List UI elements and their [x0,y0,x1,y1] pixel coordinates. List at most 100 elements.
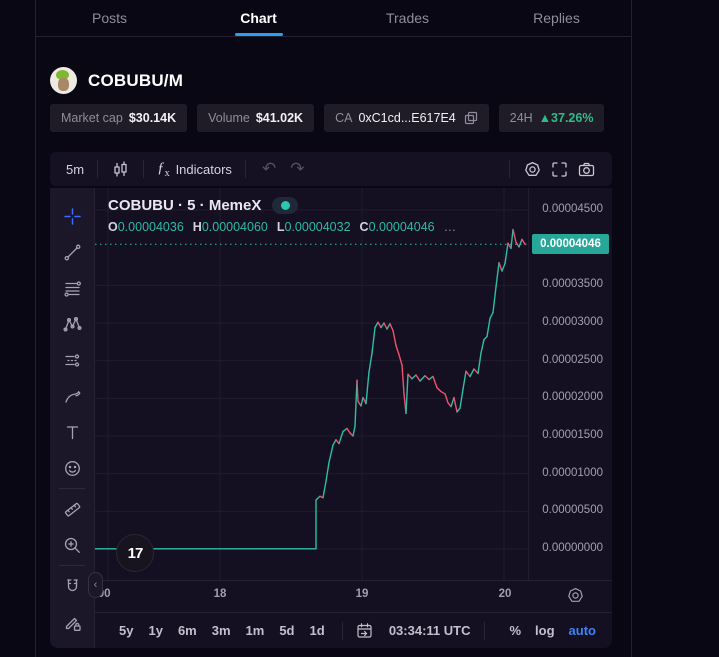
price-axis-label: 0.00002000 [542,391,603,403]
tab-posts[interactable]: Posts [35,0,184,36]
tab-replies-label: Replies [533,10,580,26]
brush-tool[interactable] [54,378,90,414]
indicators-button[interactable]: ƒx Indicators [153,160,236,179]
bottom-bar-divider [342,622,343,640]
fullscreen-button[interactable] [546,160,573,179]
market-cap-value: $30.14K [129,111,176,125]
undo-button[interactable]: ↶ [255,159,283,179]
range-5y-button[interactable]: 5y [119,623,133,638]
forecast-icon [62,350,83,371]
interval-button[interactable]: 5m [62,162,88,177]
avatar-art [58,78,69,91]
go-to-date-calendar-icon[interactable] [355,621,374,640]
time-axis[interactable]: 6:00181920 [95,580,612,612]
last-price-tag: 0.00004046 [532,234,609,254]
chart-widget: COBUBU · 5 · MemeX O0.00004036 H0.000040… [50,188,612,648]
chart-plot-area[interactable] [95,188,528,580]
range-1m-button[interactable]: 1m [246,623,265,638]
zoom-in-tool[interactable] [54,527,90,563]
brush-icon [62,386,83,407]
redo-button[interactable]: ↷ [283,159,311,179]
volume-label: Volume [208,111,250,125]
range-5d-button[interactable]: 5d [279,623,294,638]
range-1y-button[interactable]: 1y [148,623,162,638]
time-axis-label: 18 [214,588,227,600]
tab-trades-label: Trades [386,10,429,26]
scale-controls: % log auto [509,623,596,638]
content-left-border [35,0,36,657]
tab-bar: Posts Chart Trades Replies [35,0,631,37]
content-right-border [631,0,632,657]
range-3m-button[interactable]: 3m [212,623,231,638]
fib-lines-tool[interactable] [54,270,90,306]
market-cap-badge: Market cap $30.14K [50,104,187,132]
toolbar-separator [59,488,85,489]
projection-tool[interactable] [54,342,90,378]
trend-line-tool[interactable] [54,234,90,270]
volume-value: $41.02K [256,111,303,125]
tab-chart[interactable]: Chart [184,0,333,36]
tab-posts-label: Posts [92,10,127,26]
price-axis-label: 0.00001000 [542,467,603,479]
price-axis-label: 0.00003000 [542,316,603,328]
app-screen: Posts Chart Trades Replies COBUBU/M Mark… [0,0,719,657]
price-axis-label: 0.00000500 [542,504,603,516]
lock-drawings-tool[interactable] [54,604,90,640]
contract-address-badge[interactable]: CA 0xC1cd...E617E4 [324,104,489,132]
tab-chart-label: Chart [240,10,277,26]
active-tab-underline [235,33,283,36]
toolbar-divider [245,160,246,178]
chart-toolbar: 5m ƒx Indicators ↶ ↷ [50,152,612,186]
ca-label: CA [335,111,352,125]
time-axis-label: 20 [499,588,512,600]
fullscreen-icon [550,160,569,179]
pattern-tool[interactable] [54,306,90,342]
price-axis-label: 0.00003500 [542,278,603,290]
pencil-lock-icon [62,612,83,633]
chart-settings-button[interactable] [519,160,546,179]
toolbar-collapse-handle[interactable]: ‹ [88,572,103,598]
bottom-bar-divider [484,622,485,640]
ca-value: 0xC1cd...E617E4 [358,111,455,125]
range-1d-button[interactable]: 1d [310,623,325,638]
screenshot-button[interactable] [573,160,600,179]
emoji-tool[interactable] [54,450,90,486]
measure-tool[interactable] [54,491,90,527]
fx-icon: ƒx [157,160,170,179]
auto-scale-button[interactable]: auto [569,623,596,638]
stats-row: Market cap $30.14K Volume $41.02K CA 0xC… [50,104,604,132]
text-tool[interactable] [54,414,90,450]
tab-trades[interactable]: Trades [333,0,482,36]
crosshair-tool[interactable] [54,198,90,234]
price-axis-label: 0.00002500 [542,354,603,366]
magnet-tool[interactable] [54,568,90,604]
tab-replies[interactable]: Replies [482,0,631,36]
axis-settings-gear-icon[interactable] [566,586,585,605]
toolbar-separator [59,565,85,566]
price-axis-label: 0.00001500 [542,429,603,441]
text-icon [62,422,83,443]
time-axis-label: 19 [356,588,369,600]
chart-type-button[interactable] [107,160,134,179]
page-title: COBUBU/M [88,71,183,91]
interval-label: 5m [66,162,84,177]
price-axis[interactable]: 0.00004046 0.00004500 0.00003500 0.0000300… [528,188,612,580]
change-24h-badge: 24H ▲37.26% [499,104,605,132]
market-cap-label: Market cap [61,111,123,125]
parallel-lines-icon [62,278,83,299]
toolbar-divider [143,160,144,178]
toolbar-divider [97,160,98,178]
copy-icon[interactable] [464,111,478,125]
ruler-icon [62,499,83,520]
range-6m-button[interactable]: 6m [178,623,197,638]
percent-scale-button[interactable]: % [509,623,521,638]
magnet-icon [62,576,83,597]
tradingview-logo[interactable]: 17 [116,534,154,572]
price-axis-label: 0.00004500 [542,203,603,215]
change-24h-value: ▲37.26% [539,111,594,125]
log-scale-button[interactable]: log [535,623,555,638]
volume-badge: Volume $41.02K [197,104,314,132]
clock-utc[interactable]: 03:34:11 UTC [389,623,471,638]
trend-line-icon [62,242,83,263]
chart-bottom-bar: 5y 1y 6m 3m 1m 5d 1d 03:34:11 UTC % log … [95,612,612,648]
